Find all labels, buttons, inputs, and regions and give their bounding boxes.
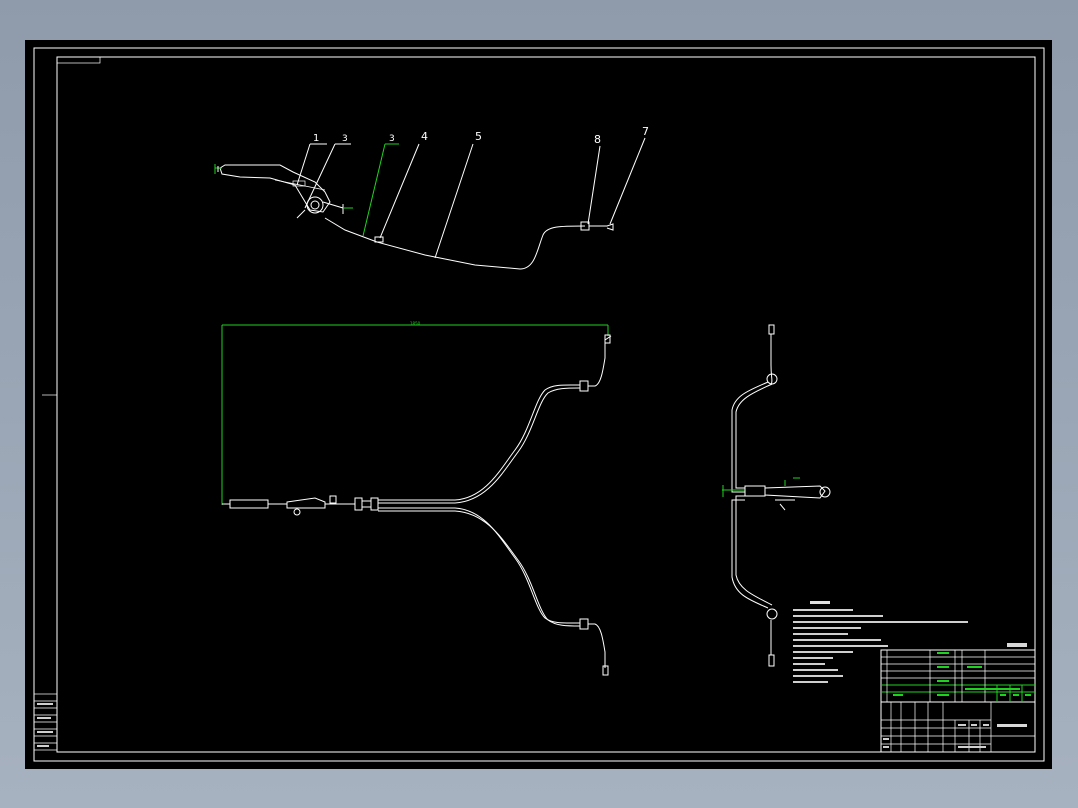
part-label-8: 8 <box>594 133 601 146</box>
title-block <box>880 643 1036 753</box>
part-label-1: 1 <box>313 133 319 144</box>
dimension-line: 1850 <box>221 321 609 505</box>
brake-cable-top <box>324 217 614 270</box>
part-label-group: 1 3 3 4 5 8 7 <box>313 125 649 146</box>
dimension-value: 1850 <box>410 321 421 326</box>
drawing-svg: 1 3 3 4 5 8 7 1850 <box>33 47 1045 762</box>
handbrake-lever-assembly <box>214 164 353 219</box>
part-label-5: 5 <box>475 130 482 143</box>
y-cable-assembly <box>222 334 612 676</box>
cad-drawing-canvas[interactable]: 1 3 3 4 5 8 7 1850 <box>25 40 1052 769</box>
part-label-3b: 3 <box>389 134 395 144</box>
part-label-3a: 3 <box>342 134 348 144</box>
part-label-7: 7 <box>642 125 649 138</box>
part-leaders <box>296 137 646 259</box>
side-revision-block <box>33 693 58 751</box>
inner-border <box>56 56 1036 753</box>
corner-mark-box <box>56 56 101 64</box>
part-label-4: 4 <box>421 130 428 143</box>
outer-border <box>33 47 1045 762</box>
end-view-assembly <box>722 324 831 667</box>
